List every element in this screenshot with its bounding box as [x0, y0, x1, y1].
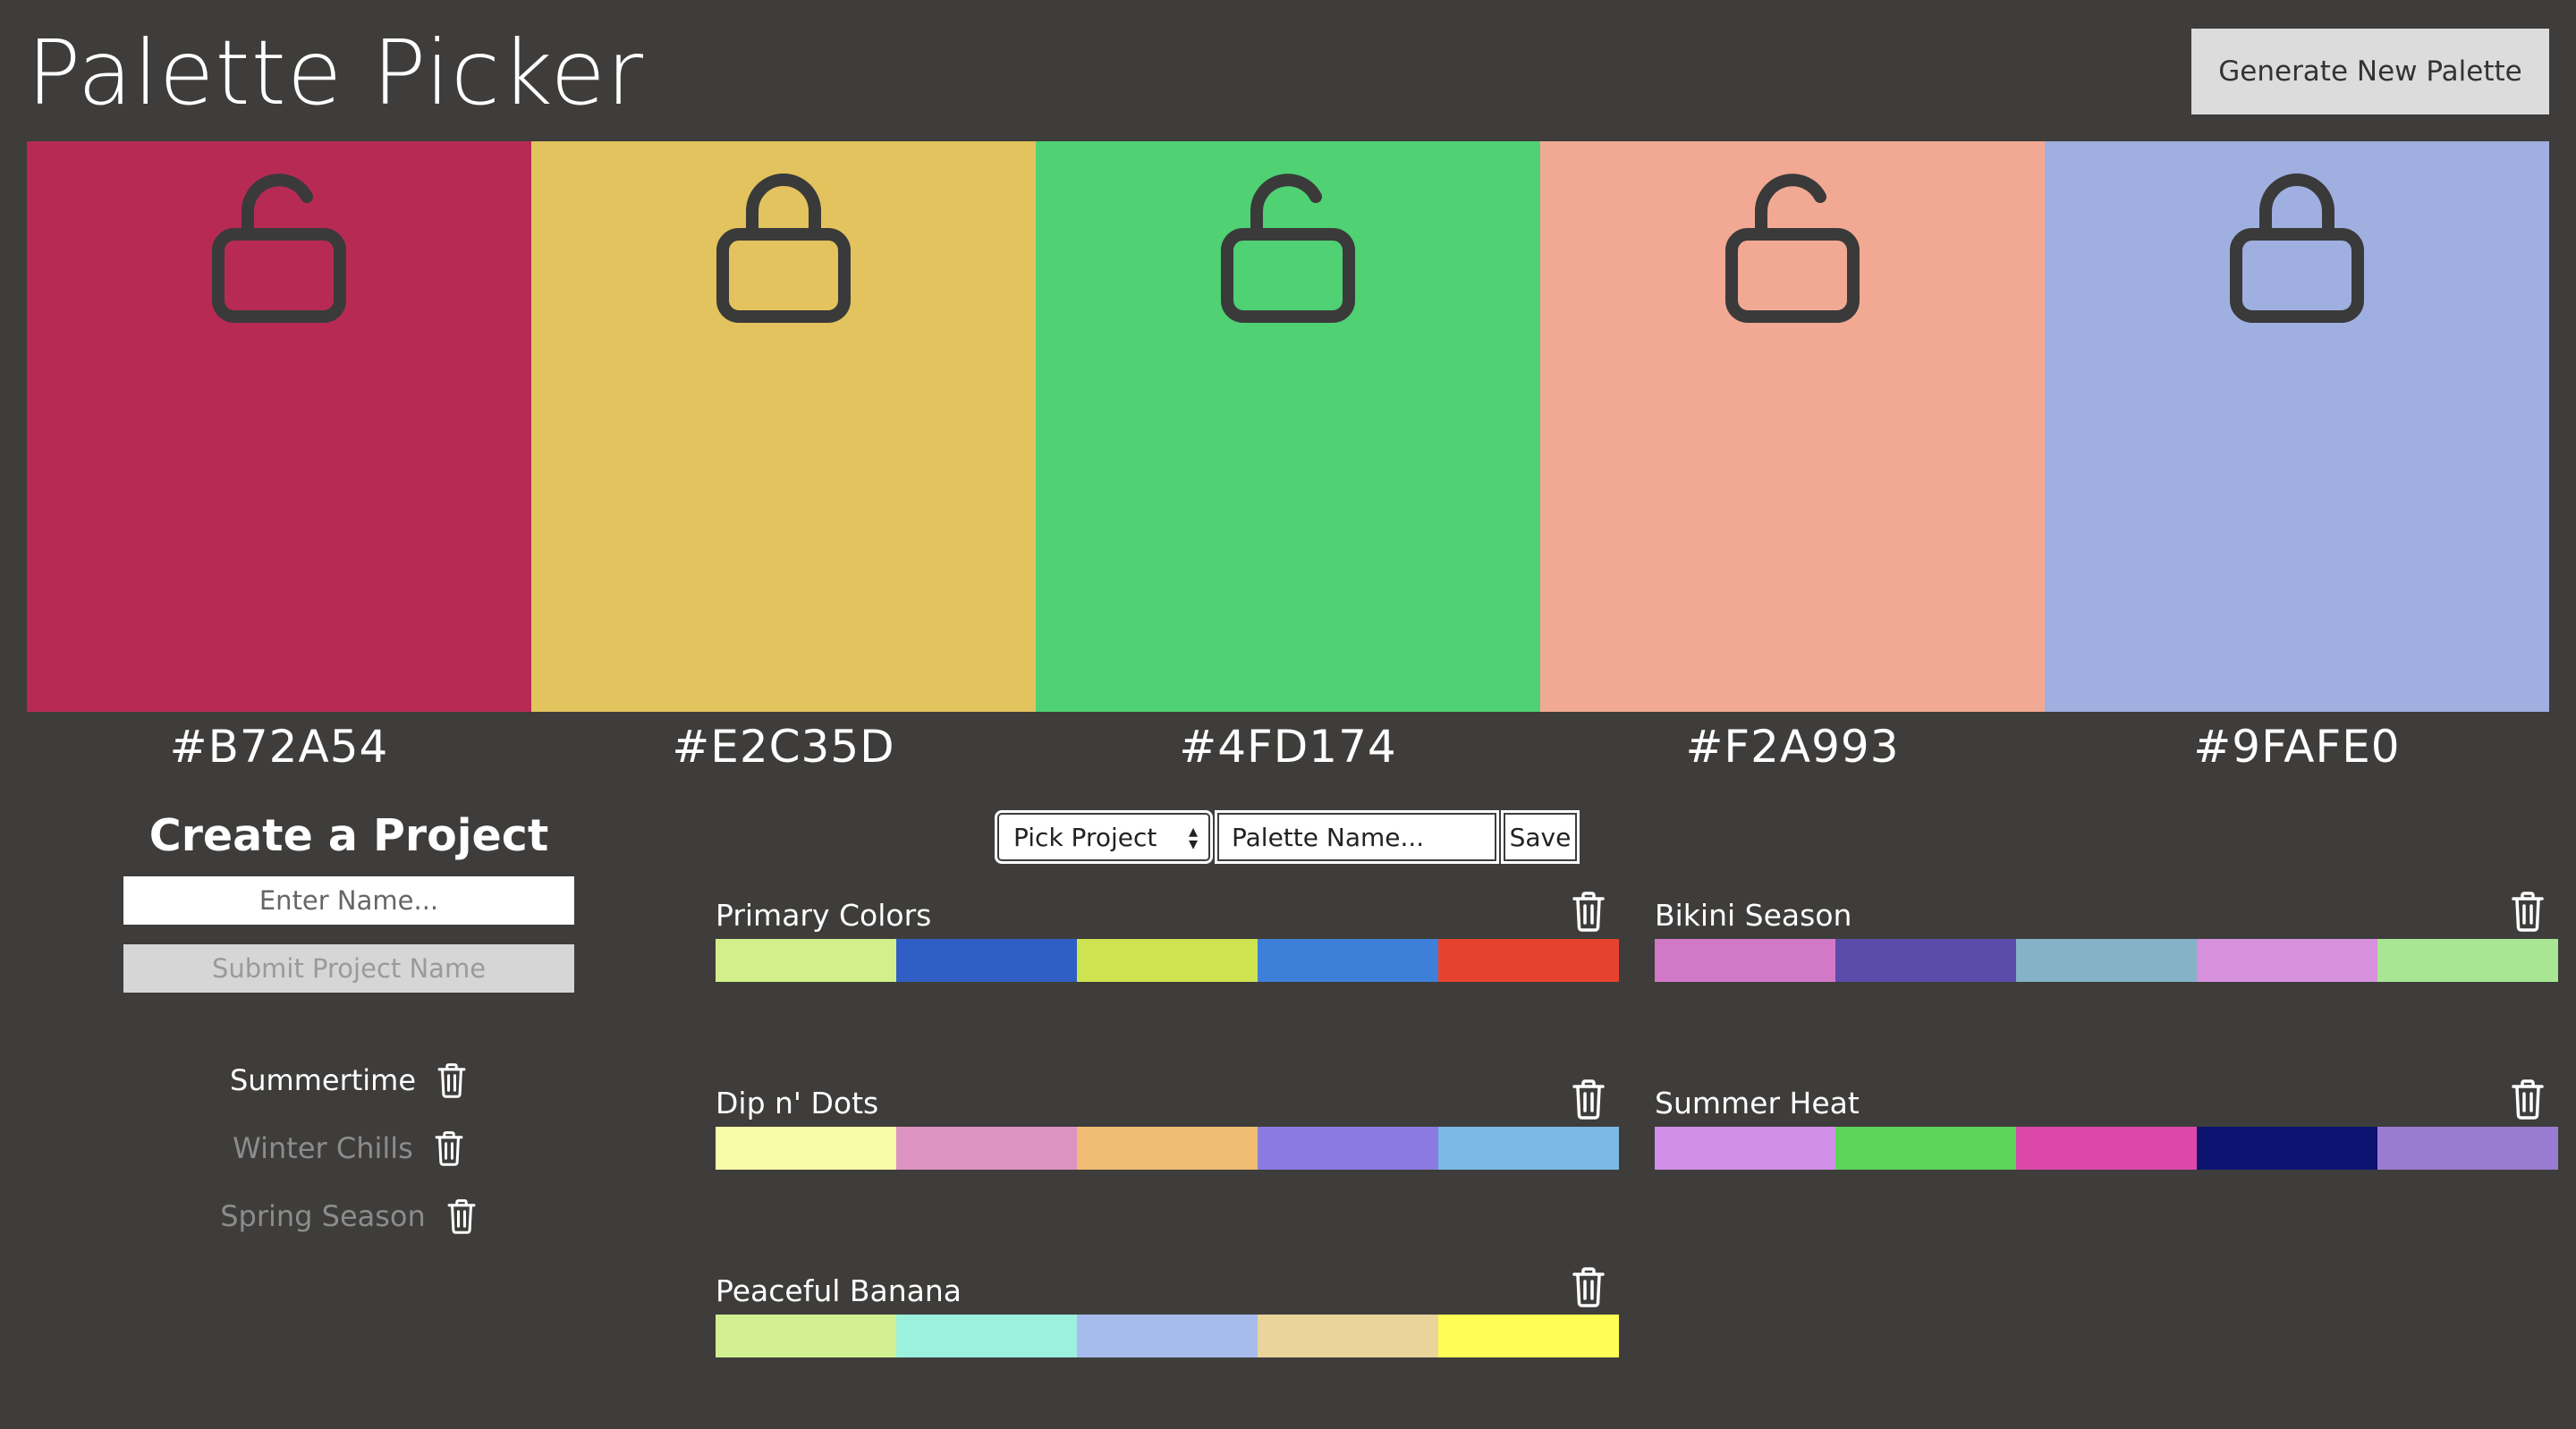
saved-palette[interactable]: Dip n' Dots	[716, 1073, 1619, 1170]
saved-palette[interactable]: Primary Colors	[716, 885, 1619, 982]
hex-code-2: #E2C35D	[672, 721, 895, 773]
color-swatches	[27, 141, 2549, 712]
saved-palette-header: Bikini Season	[1655, 885, 2558, 935]
app-title: Palette Picker	[27, 21, 644, 125]
palette-color-chip	[1258, 1127, 1438, 1170]
trash-icon[interactable]	[1571, 1266, 1606, 1307]
palette-color-chip	[2377, 939, 2558, 982]
color-swatch-5	[2045, 141, 2549, 712]
saved-palette-name: Peaceful Banana	[716, 1273, 962, 1308]
palette-color-chip	[2197, 1127, 2377, 1170]
hex-codes-row: #B72A54 #E2C35D #4FD174 #F2A993 #9FAFE0	[27, 715, 2549, 778]
app-root: Palette Picker Generate New Palette #B72…	[0, 0, 2576, 1429]
create-project-title: Create a Project	[148, 810, 549, 861]
saved-palette[interactable]: Bikini Season	[1655, 885, 2558, 982]
palette-color-chip	[716, 1315, 896, 1357]
palette-color-chip	[1655, 1127, 1835, 1170]
palette-color-chip	[1077, 1315, 1258, 1357]
trash-icon[interactable]	[445, 1198, 478, 1234]
saved-palette-header: Peaceful Banana	[716, 1261, 1619, 1311]
saved-palette-name: Summer Heat	[1655, 1086, 1860, 1120]
saved-palette-header: Primary Colors	[716, 885, 1619, 935]
saved-palette[interactable]: Peaceful Banana	[716, 1261, 1619, 1357]
trash-icon[interactable]	[436, 1062, 468, 1098]
palette-color-chip	[896, 1127, 1077, 1170]
submit-project-button[interactable]: Submit Project Name	[123, 944, 574, 993]
project-list: Summertime Winter Chills Spring Season	[123, 1046, 574, 1250]
palette-color-chip	[1258, 1315, 1438, 1357]
palette-color-chip	[2197, 939, 2377, 982]
palette-color-chip	[1835, 1127, 2016, 1170]
save-palette-controls: Pick Project ▴▾ Save	[995, 810, 1580, 864]
lock-open-icon[interactable]	[1721, 166, 1864, 327]
palette-color-chip	[716, 939, 896, 982]
color-swatch-1	[27, 141, 531, 712]
saved-palette-colors	[716, 939, 1619, 982]
saved-palette-colors	[1655, 1127, 2558, 1170]
save-palette-button[interactable]: Save	[1501, 810, 1580, 864]
trash-icon[interactable]	[2510, 891, 2546, 932]
saved-palette-colors	[1655, 939, 2558, 982]
hex-code-4: #F2A993	[1685, 721, 1900, 773]
trash-icon[interactable]	[433, 1130, 465, 1166]
color-swatch-2	[531, 141, 1036, 712]
palette-color-chip	[1438, 939, 1619, 982]
lock-open-icon[interactable]	[208, 166, 351, 327]
saved-palette-header: Summer Heat	[1655, 1073, 2558, 1123]
saved-palette-name: Dip n' Dots	[716, 1086, 879, 1120]
palette-color-chip	[896, 939, 1077, 982]
saved-palette[interactable]: Summer Heat	[1655, 1073, 2558, 1170]
project-item[interactable]: Winter Chills	[123, 1114, 574, 1182]
lock-closed-icon[interactable]	[2225, 166, 2368, 327]
trash-icon[interactable]	[2510, 1078, 2546, 1120]
select-arrows-icon: ▴ ▾	[1188, 820, 1198, 854]
palette-name-input[interactable]	[1215, 810, 1499, 864]
palette-color-chip	[2016, 939, 2197, 982]
palette-color-chip	[1655, 939, 1835, 982]
palette-color-chip	[1835, 939, 2016, 982]
saved-palette-colors	[716, 1315, 1619, 1357]
lock-open-icon[interactable]	[1216, 166, 1360, 327]
project-item-label: Winter Chills	[233, 1131, 413, 1165]
trash-icon[interactable]	[1571, 891, 1606, 932]
palette-color-chip	[716, 1127, 896, 1170]
saved-palette-header: Dip n' Dots	[716, 1073, 1619, 1123]
palette-color-chip	[2016, 1127, 2197, 1170]
palette-color-chip	[1077, 1127, 1258, 1170]
palette-color-chip	[1438, 1315, 1619, 1357]
project-item[interactable]: Summertime	[123, 1046, 574, 1114]
palette-color-chip	[1077, 939, 1258, 982]
hex-code-5: #9FAFE0	[2193, 721, 2401, 773]
palette-color-chip	[1438, 1127, 1619, 1170]
pick-project-select[interactable]: Pick Project ▴ ▾	[995, 810, 1213, 864]
saved-palette-name: Bikini Season	[1655, 898, 1852, 933]
saved-palette-name: Primary Colors	[716, 898, 932, 933]
project-name-input[interactable]	[123, 876, 574, 925]
lock-closed-icon[interactable]	[712, 166, 855, 327]
project-item-label: Spring Season	[220, 1199, 426, 1233]
hex-code-3: #4FD174	[1179, 721, 1397, 773]
color-swatch-3	[1036, 141, 1540, 712]
hex-code-1: #B72A54	[169, 721, 389, 773]
pick-project-select-label: Pick Project	[1013, 822, 1157, 852]
project-item-label: Summertime	[229, 1063, 417, 1097]
project-item[interactable]: Spring Season	[123, 1182, 574, 1250]
saved-palette-colors	[716, 1127, 1619, 1170]
color-swatch-4	[1540, 141, 2045, 712]
palette-color-chip	[2377, 1127, 2558, 1170]
palette-color-chip	[1258, 939, 1438, 982]
generate-palette-button[interactable]: Generate New Palette	[2191, 29, 2549, 114]
palette-color-chip	[896, 1315, 1077, 1357]
trash-icon[interactable]	[1571, 1078, 1606, 1120]
